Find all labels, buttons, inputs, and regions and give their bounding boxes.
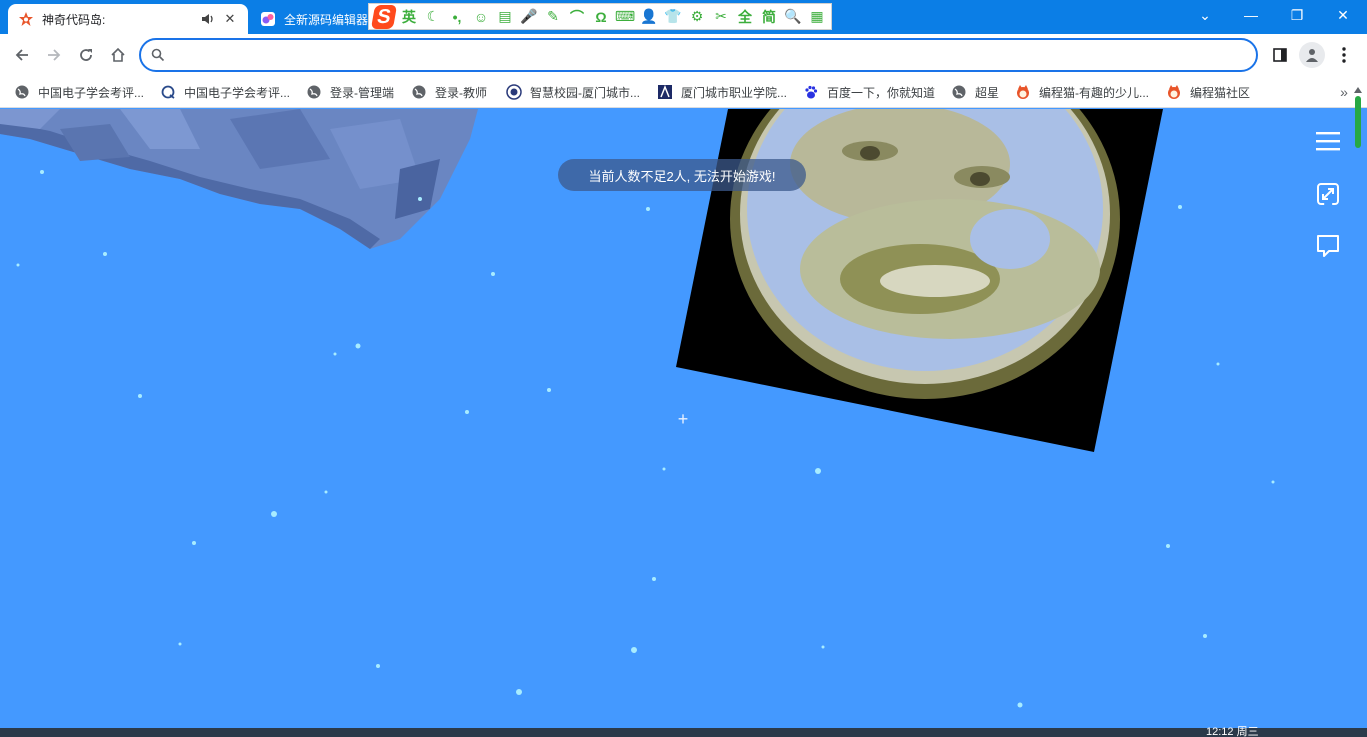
bookmark-label: 中国电子学会考评... (38, 85, 145, 100)
bookmark-item[interactable]: 登录-管理端 (306, 82, 394, 102)
bookmark-item[interactable]: 编程猫社区 (1166, 82, 1250, 102)
forward-button[interactable] (40, 41, 68, 69)
bookmark-label: 登录-管理端 (330, 85, 394, 100)
bookmark-label: 登录-教师 (435, 85, 487, 100)
forward-arrow-icon (48, 49, 61, 61)
browser-toolbar (0, 34, 1367, 76)
game-status-toast: 当前人数不足2人, 无法开始游戏! (558, 159, 806, 191)
taskbar-clock: 12:12 周三 (1206, 726, 1259, 737)
bookmark-label: 超星 (975, 85, 1000, 100)
bookmark-item[interactable]: 厦门城市职业学院... (657, 82, 787, 102)
side-panel-button[interactable] (1266, 41, 1294, 69)
bookmark-item[interactable]: 超星 (951, 82, 999, 102)
bookmark-label: 编程猫社区 (1190, 85, 1251, 100)
baidu-paw-icon (803, 84, 819, 100)
sogou-logo-icon[interactable]: S (370, 4, 398, 29)
os-taskbar: 12:12 周三 (0, 726, 1367, 737)
codeisland-favicon-icon (18, 11, 34, 27)
school-icon (506, 84, 522, 100)
bookmarks-bar: 中国电子学会考评... 中国电子学会考评... 登录-管理端 登录-教师 智慧校… (0, 76, 1367, 108)
home-button[interactable] (104, 41, 132, 69)
skin-icon[interactable]: 👕 (663, 6, 683, 28)
keyboard-icon[interactable]: ⌨ (615, 6, 635, 28)
curve-icon[interactable]: ⌒ (567, 6, 587, 28)
apps-grid-icon[interactable]: ▦ (807, 6, 827, 28)
scissors-icon[interactable]: ✂ (711, 6, 731, 28)
ime-english-toggle[interactable]: 英 (399, 6, 419, 28)
search-icon[interactable]: 🔍 (783, 6, 803, 28)
scroll-up-icon[interactable] (1353, 86, 1363, 94)
settings-icon[interactable]: ⚙ (687, 6, 707, 28)
bookmark-item[interactable]: 百度一下，你就知道 (803, 82, 935, 102)
speaker-icon[interactable] (200, 11, 216, 27)
message-icon[interactable]: ▤ (495, 6, 515, 28)
globe-icon (951, 84, 967, 100)
moon-icon[interactable]: ☾ (423, 6, 443, 28)
back-button[interactable] (8, 41, 36, 69)
fullwidth-toggle[interactable]: 全 (735, 6, 755, 28)
bookmark-label: 智慧校园-厦门城市... (530, 85, 640, 100)
bookmark-label: 厦门城市职业学院... (681, 85, 788, 100)
more-vert-icon (1342, 47, 1346, 63)
side-panel-icon (1273, 48, 1287, 62)
tab-search-dropdown-icon[interactable]: ⌄ (1182, 0, 1228, 30)
globe-icon (14, 84, 30, 100)
pen-icon[interactable]: ✎ (543, 6, 563, 28)
chat-bubble-icon (1317, 235, 1339, 257)
block-island (0, 109, 478, 249)
game-viewport[interactable]: 当前人数不足2人, 无法开始游戏! + (0, 109, 1367, 728)
bookmark-item[interactable]: 中国电子学会考评... (160, 82, 290, 102)
reload-icon (80, 49, 92, 61)
fullscreen-button[interactable] (1312, 178, 1344, 210)
q-icon (160, 84, 176, 100)
emoji-icon[interactable]: ☺ (471, 6, 491, 28)
simplified-toggle[interactable]: 简 (759, 6, 779, 28)
college-icon (657, 84, 673, 100)
chat-button[interactable] (1312, 230, 1344, 262)
hamburger-menu-icon (1316, 132, 1340, 151)
search-icon (151, 48, 165, 62)
bookmark-item[interactable]: 智慧校园-厦门城市... (506, 82, 640, 102)
menu-kebab-button[interactable] (1330, 41, 1358, 69)
bookmark-label: 编程猫-有趣的少儿... (1039, 85, 1149, 100)
codemao-icon (1166, 84, 1182, 100)
bookmarks-overflow-icon[interactable]: » (1336, 82, 1352, 102)
back-arrow-icon (15, 49, 28, 61)
bookmark-label: 百度一下，你就知道 (827, 85, 936, 100)
user-icon[interactable]: 👤 (639, 6, 659, 28)
tab-codeisland[interactable]: 神奇代码岛: ✕ (8, 4, 248, 34)
address-input[interactable] (171, 42, 1256, 68)
microphone-icon[interactable]: 🎤 (519, 6, 539, 28)
tab-strip: 神奇代码岛: ✕ 全新源码编辑器 S 英 ☾ •, ☺ ▤ 🎤 ✎ ⌒ Ω ⌨ … (0, 0, 1367, 34)
bookmark-label: 中国电子学会考评... (184, 85, 291, 100)
codemao-icon (1015, 84, 1031, 100)
ime-toolbar: S 英 ☾ •, ☺ ▤ 🎤 ✎ ⌒ Ω ⌨ 👤 👕 ⚙ ✂ 全 简 🔍 ▦ (368, 3, 832, 30)
restore-button[interactable]: ❐ (1274, 0, 1320, 30)
profile-avatar[interactable] (1299, 42, 1325, 68)
crosshair-icon: + (677, 409, 689, 429)
expand-icon (1317, 183, 1339, 205)
close-tab-icon[interactable]: ✕ (222, 11, 238, 27)
reload-button[interactable] (72, 41, 100, 69)
globe-icon (306, 84, 322, 100)
game-menu-button[interactable] (1312, 125, 1344, 157)
close-window-button[interactable]: ✕ (1320, 0, 1366, 30)
bookmark-item[interactable]: 中国电子学会考评... (14, 82, 144, 102)
address-bar[interactable] (139, 38, 1258, 72)
tab-title: 神奇代码岛: (42, 12, 106, 27)
scrollbar-thumb[interactable] (1355, 96, 1361, 148)
page-scrollbar[interactable] (1353, 86, 1363, 150)
home-icon (111, 47, 125, 62)
punctuation-icon[interactable]: •, (447, 6, 467, 28)
bookmark-item[interactable]: 登录-教师 (411, 82, 487, 102)
omega-icon[interactable]: Ω (591, 6, 611, 28)
person-icon (1306, 49, 1318, 62)
editor-favicon-icon (260, 11, 276, 27)
globe-icon (411, 84, 427, 100)
minimize-button[interactable]: — (1228, 0, 1274, 30)
bookmark-item[interactable]: 编程猫-有趣的少儿... (1015, 82, 1149, 102)
